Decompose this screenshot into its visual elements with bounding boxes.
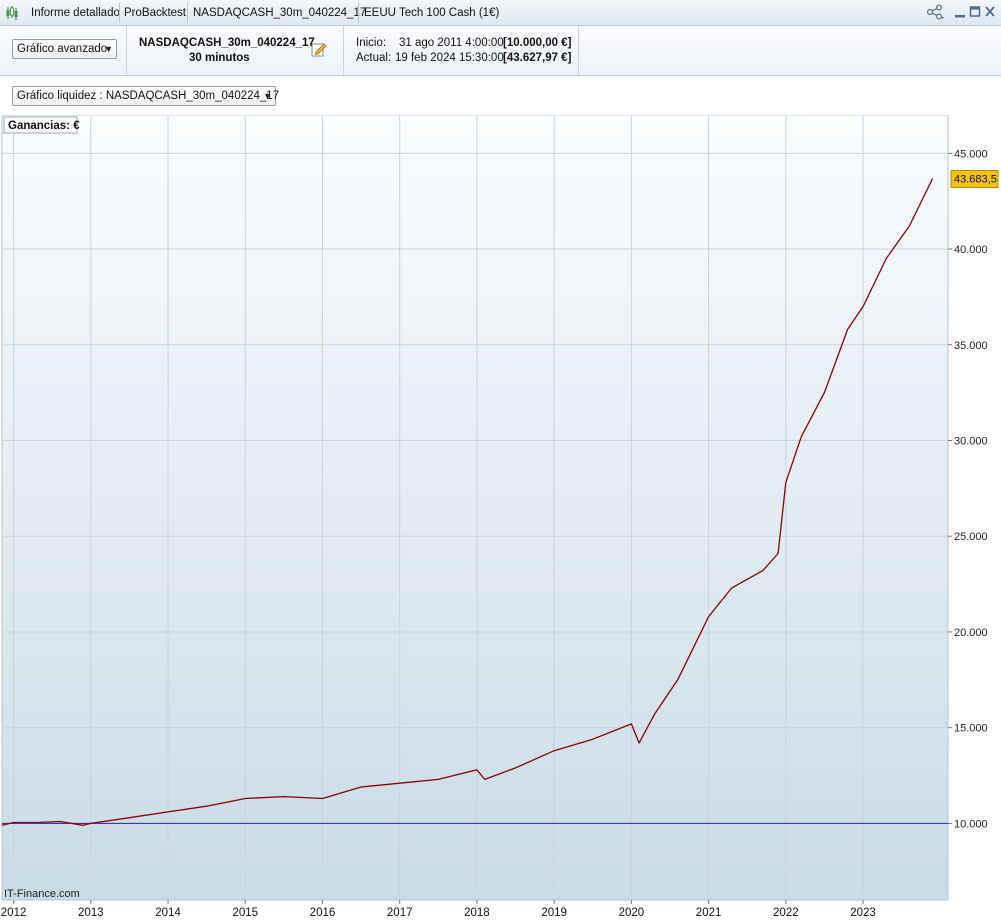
x-tick-label: 2022 [773,907,799,919]
last-value-label: 43.683,5 [954,174,997,186]
tab-probacktest[interactable]: ProBacktest [124,0,186,26]
view-mode-select[interactable]: Gráfico avanzado ▼ [12,39,117,59]
title-bar: Informe detallado ProBacktest NASDAQCASH… [0,0,1001,26]
x-tick-label: 2019 [541,907,567,919]
maximize-icon[interactable] [968,4,982,20]
actual-date: 19 feb 2024 15:30:00 [395,52,504,64]
equity-chart-svg: 10.000 15.000 20.000 25.000 30.000 35.000 40.0… [1,114,999,919]
equity-chart[interactable]: 10.000 15.000 20.000 25.000 30.000 35.000 40.0… [0,114,1001,921]
chart-selector[interactable]: Gráfico liquidez : NASDAQCASH_30m_040224… [12,86,280,106]
inicio-value: [10.000,00 €] [503,37,572,49]
y-tick-label: 20.000 [954,627,988,639]
x-tick-label: 2020 [619,907,645,919]
actual-label: Actual: [356,52,392,64]
x-tick-label: 2012 [1,907,27,919]
share-icon[interactable] [926,4,944,20]
pencil-icon[interactable] [311,41,327,60]
y-tick-label: 10.000 [954,818,988,830]
legend-label: Ganancias: € [8,120,80,132]
y-tick-label: 30.000 [954,435,988,447]
x-tick-label: 2018 [464,907,490,919]
y-tick-label: 25.000 [954,531,988,543]
inicio-label: Inicio: [356,37,387,49]
tab-instrument[interactable]: EEUU Tech 100 Cash (1€) [364,0,499,26]
chevron-down-icon: ▼ [263,91,272,101]
x-tick-label: 2016 [310,907,336,919]
y-tick-label: 45.000 [954,148,988,160]
inicio-date: 31 ago 2011 4:00:00 [399,37,504,49]
x-tick-label: 2023 [850,907,876,919]
chart-selector-value: Gráfico liquidez : NASDAQCASH_30m_040224… [17,90,280,102]
x-tick-label: 2014 [155,907,181,919]
x-tick-label: 2017 [387,907,413,919]
watermark: IT-Finance.com [4,888,80,900]
system-timeframe: 30 minutos [189,52,250,64]
tab-system-name[interactable]: NASDAQCASH_30m_040224_17 [193,0,366,26]
x-tick-label: 2013 [78,907,104,919]
actual-value: [43.627,97 €] [503,52,572,64]
y-tick-label: 40.000 [954,244,988,256]
chevron-down-icon: ▼ [104,44,113,54]
y-tick-label: 35.000 [954,340,988,352]
y-tick-label: 15.000 [954,723,988,735]
report-toolbar: Gráfico avanzado ▼ NASDAQCASH_30m_040224… [0,26,1001,76]
x-tick-label: 2015 [232,907,258,919]
candlestick-icon [5,5,19,21]
view-mode-value: Gráfico avanzado [17,43,108,55]
tab-informe-detallado[interactable]: Informe detallado [31,0,120,26]
minimize-icon[interactable] [953,4,967,20]
x-tick-label: 2021 [696,907,722,919]
plot-area [1,114,949,901]
system-name: NASDAQCASH_30m_040224_17 [139,37,315,49]
close-icon[interactable] [983,4,997,20]
